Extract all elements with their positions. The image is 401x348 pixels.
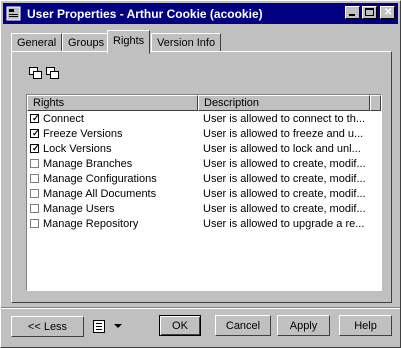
right-label: Connect [43, 112, 84, 125]
tab-groups[interactable]: Groups [62, 33, 111, 52]
right-checkbox[interactable] [30, 204, 39, 213]
right-checkbox[interactable]: ✓ [30, 113, 40, 123]
right-label: Manage Branches [43, 157, 133, 170]
check-icon: ✓ [32, 143, 40, 153]
apply-button[interactable]: Apply [277, 315, 330, 336]
right-checkbox[interactable] [30, 174, 39, 183]
right-cell: Manage Configurations [27, 173, 198, 185]
select-all-icon[interactable] [29, 67, 43, 79]
right-cell: Manage Repository [27, 218, 198, 230]
column-header-rights[interactable]: Rights [27, 95, 198, 111]
right-description: User is allowed to create, modif... [203, 202, 366, 215]
right-description: User is allowed to freeze and u... [203, 127, 364, 140]
window-title: User Properties - Arthur Cookie (acookie… [27, 6, 263, 21]
document-menu-icon [93, 319, 105, 333]
title-bar[interactable]: User Properties - Arthur Cookie (acookie… [3, 3, 398, 24]
right-label: Manage Configurations [43, 172, 157, 185]
right-cell: ✓ Connect [27, 113, 198, 125]
tab-rights[interactable]: Rights [107, 30, 151, 54]
maximize-button[interactable] [362, 6, 377, 19]
right-description: User is allowed to create, modif... [203, 187, 366, 200]
right-description: User is allowed to connect to th... [203, 112, 366, 125]
cancel-button[interactable]: Cancel [215, 315, 271, 336]
right-label: Lock Versions [43, 142, 112, 155]
list-item[interactable]: Manage Repository User is allowed to upgr… [27, 216, 381, 231]
right-description: User is allowed to upgrade a re... [203, 217, 365, 230]
rights-rows: ✓ Connect User is allowed to connect to th… [27, 111, 381, 231]
list-item[interactable]: Manage Branches User is allowed to create… [27, 156, 381, 171]
minimize-button[interactable] [345, 6, 360, 19]
right-label: Manage Users [43, 202, 115, 215]
right-checkbox[interactable] [30, 189, 39, 198]
column-header-description[interactable]: Description [198, 95, 370, 111]
list-item[interactable]: ✓ Lock Versions User is allowed to lock an… [27, 141, 381, 156]
footer-divider [1, 307, 400, 309]
list-item[interactable]: ✓ Connect User is allowed to connect to th… [27, 111, 381, 126]
tab-general[interactable]: General [11, 33, 63, 52]
right-checkbox[interactable] [30, 159, 39, 168]
rights-list-header: Rights Description [27, 95, 381, 111]
right-checkbox[interactable]: ✓ [30, 128, 40, 138]
list-item[interactable]: ✓ Freeze Versions User is allowed to freez… [27, 126, 381, 141]
list-item[interactable]: Manage All Documents User is allowed to c… [27, 186, 381, 201]
right-label: Manage Repository [43, 217, 139, 230]
right-checkbox[interactable]: ✓ [30, 143, 40, 153]
help-button[interactable]: Help [339, 315, 392, 336]
right-label: Manage All Documents [43, 187, 157, 200]
tab-version-info[interactable]: Version Info [151, 33, 222, 52]
right-label: Freeze Versions [43, 127, 123, 140]
check-icon: ✓ [32, 128, 40, 138]
check-icon: ✓ [32, 113, 40, 123]
right-cell: ✓ Freeze Versions [27, 128, 198, 140]
right-description: User is allowed to create, modif... [203, 172, 366, 185]
list-item[interactable]: Manage Users User is allowed to create, m… [27, 201, 381, 216]
list-item[interactable]: Manage Configurations User is allowed to … [27, 171, 381, 186]
user-properties-icon [6, 6, 22, 22]
ok-button[interactable]: OK [159, 315, 201, 336]
document-menu-button[interactable] [89, 316, 127, 336]
right-description: User is allowed to lock and unl... [203, 142, 361, 155]
column-header-filler [370, 95, 381, 111]
user-properties-window: User Properties - Arthur Cookie (acookie… [0, 0, 401, 348]
right-cell: Manage All Documents [27, 188, 198, 200]
rights-toolbar [29, 67, 60, 79]
minimize-icon [349, 14, 355, 16]
right-checkbox[interactable] [30, 219, 39, 228]
deselect-all-icon[interactable] [46, 67, 60, 79]
rights-list[interactable]: Rights Description ✓ Connect User is allow… [26, 94, 382, 291]
close-icon: ✕ [384, 7, 393, 18]
close-button[interactable]: ✕ [380, 6, 395, 19]
right-cell: Manage Users [27, 203, 198, 215]
right-cell: ✓ Lock Versions [27, 143, 198, 155]
right-description: User is allowed to create, modif... [203, 157, 366, 170]
right-cell: Manage Branches [27, 158, 198, 170]
less-button[interactable]: << Less [11, 316, 84, 337]
chevron-down-icon [114, 324, 122, 328]
maximize-icon [365, 8, 374, 16]
